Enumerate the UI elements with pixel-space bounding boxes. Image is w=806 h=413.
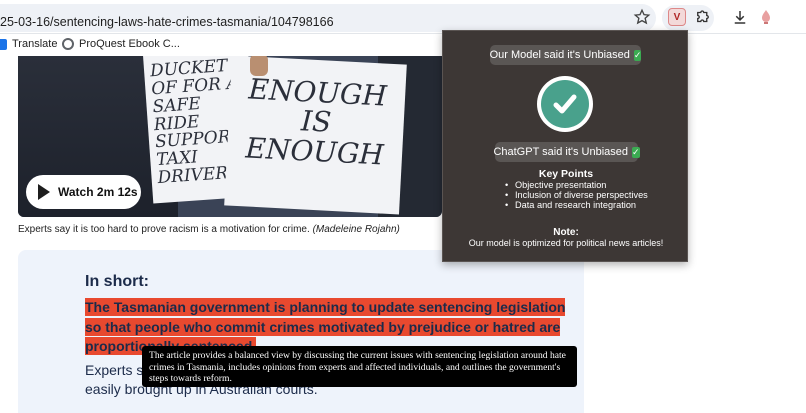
translate-icon bbox=[0, 38, 7, 50]
bookmark-star-icon[interactable] bbox=[633, 8, 651, 26]
check-circle bbox=[541, 80, 589, 128]
check-mark-icon: ✓ bbox=[633, 49, 642, 61]
note-title: Note: bbox=[553, 227, 579, 238]
key-point-item: Objective presentation bbox=[505, 180, 648, 190]
highlight-text: The Tasmanian government is planning to … bbox=[85, 298, 566, 316]
download-icon[interactable] bbox=[731, 8, 749, 26]
browser-toolbar: 25-03-16/sentencing-laws-hate-crimes-tas… bbox=[0, 0, 806, 34]
key-point-item: Inclusion of diverse perspectives bbox=[505, 190, 648, 200]
protest-sign-right: ENOUGH IS ENOUGH bbox=[224, 56, 407, 215]
key-points-list: Objective presentation Inclusion of dive… bbox=[505, 180, 648, 210]
unbiased-check-icon bbox=[537, 76, 593, 132]
bookmark-label: ProQuest Ebook C... bbox=[79, 38, 180, 50]
highlighted-summary-line: so that people who commit crimes motivat… bbox=[85, 318, 561, 336]
note-text: Our model is optimized for political new… bbox=[468, 238, 664, 248]
browser-window: 25-03-16/sentencing-laws-hate-crimes-tas… bbox=[0, 0, 806, 413]
highlighted-summary-line: The Tasmanian government is planning to … bbox=[85, 298, 566, 316]
highlight-text: so that people who commit crimes motivat… bbox=[85, 318, 561, 336]
caption-text: Experts say it is too hard to prove raci… bbox=[18, 224, 310, 235]
in-short-title: In short: bbox=[85, 273, 149, 290]
summary-body-line: Experts s bbox=[85, 362, 144, 378]
model-verdict-badge: Our Model said it's Unbiased ✓ bbox=[489, 45, 642, 65]
address-bar[interactable]: 25-03-16/sentencing-laws-hate-crimes-tas… bbox=[0, 4, 656, 32]
watch-label: Watch 2m 12s bbox=[58, 185, 138, 199]
url-text[interactable]: 25-03-16/sentencing-laws-hate-crimes-tas… bbox=[0, 15, 334, 29]
watch-video-button[interactable]: Watch 2m 12s bbox=[26, 175, 141, 209]
globe-icon bbox=[62, 38, 74, 50]
check-mark-icon: ✓ bbox=[632, 146, 640, 158]
image-caption: Experts say it is too hard to prove raci… bbox=[18, 224, 400, 235]
model-verdict-text: Our Model said it's Unbiased bbox=[489, 49, 630, 61]
hand-holding-sign bbox=[250, 56, 268, 76]
bookmark-translate[interactable]: Translate bbox=[0, 38, 57, 50]
chatgpt-verdict-badge: ChatGPT said it's Unbiased ✓ bbox=[493, 142, 640, 162]
extensions-puzzle-icon[interactable] bbox=[694, 8, 712, 26]
bias-explanation-tooltip: The article provides a balanced view by … bbox=[142, 346, 577, 387]
checkmark-icon bbox=[553, 94, 577, 114]
bias-extension-popup: Our Model said it's Unbiased ✓ ChatGPT s… bbox=[442, 30, 688, 262]
bias-extension-icon[interactable]: V bbox=[668, 8, 686, 26]
bookmark-proquest[interactable]: ProQuest Ebook C... bbox=[62, 38, 180, 50]
play-icon bbox=[38, 184, 50, 200]
chatgpt-verdict-text: ChatGPT said it's Unbiased bbox=[493, 146, 629, 158]
key-points-title: Key Points bbox=[538, 168, 594, 180]
profile-lamp-icon[interactable] bbox=[760, 9, 772, 25]
caption-credit: (Madeleine Rojahn) bbox=[312, 224, 400, 235]
bookmark-label: Translate bbox=[12, 38, 58, 50]
key-point-item: Data and research integration bbox=[505, 200, 648, 210]
